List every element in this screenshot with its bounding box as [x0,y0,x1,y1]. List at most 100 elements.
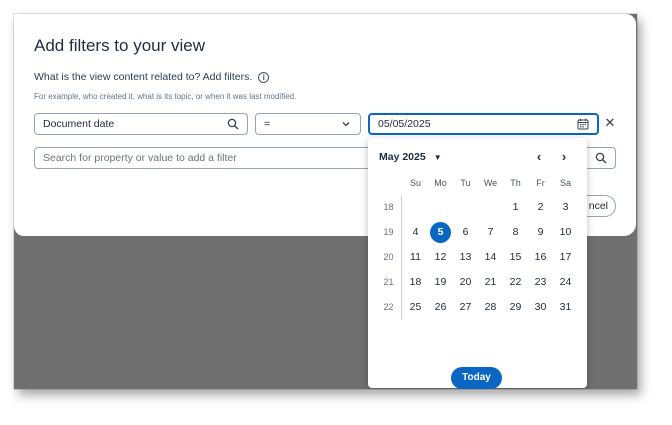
close-icon[interactable]: ✕ [602,115,618,131]
day-cell[interactable]: 12 [428,245,453,270]
caret-down-icon: ▼ [433,152,442,162]
week-number: 21 [383,277,394,287]
dialog-title: Add filters to your view [34,36,206,55]
day-cell[interactable]: 9 [528,220,553,245]
day-number: 11 [410,251,421,263]
day-number: 1 [512,201,519,213]
day-number: 17 [559,251,572,263]
day-cell[interactable]: 16 [528,245,553,270]
day-number: 20 [459,276,472,288]
month-selector[interactable]: May 2025 ▼ [379,151,442,163]
day-cell[interactable]: 25 [403,295,428,320]
day-number: 22 [509,276,522,288]
empty-day-cell [403,195,428,220]
day-number: 29 [509,301,522,313]
day-number: 15 [509,251,522,263]
day-number: 9 [537,226,544,238]
weekday-label: Mo [434,178,447,188]
next-month-button[interactable]: › [557,149,571,164]
month-label: May 2025 [379,151,426,163]
day-number: 4 [412,226,419,238]
weekday-label: We [483,178,498,188]
date-input[interactable]: 05/05/2025 [368,113,599,135]
day-cell[interactable]: 4 [403,220,428,245]
day-cell[interactable]: 17 [553,245,578,270]
week-number: 18 [383,202,394,212]
dialog-question-text: What is the view content related to? Add… [34,71,253,83]
day-cell[interactable]: 27 [453,295,478,320]
day-cell[interactable]: 20 [453,270,478,295]
operator-value: = [264,118,271,130]
day-cell[interactable]: 8 [503,220,528,245]
day-cell[interactable]: 23 [528,270,553,295]
day-number: 26 [434,301,447,313]
weekday-label: Th [510,178,521,188]
dialog-question: What is the view content related to? Add… [34,71,270,83]
day-cell[interactable]: 24 [553,270,578,295]
day-cell[interactable]: 22 [503,270,528,295]
day-cell[interactable]: 14 [478,245,503,270]
day-cell[interactable]: 6 [453,220,478,245]
weekday-label: Fr [536,178,545,188]
day-cell[interactable]: 18 [403,270,428,295]
search-icon[interactable] [595,152,607,164]
day-cell[interactable]: 5 [428,220,453,245]
day-cell[interactable]: 2 [528,195,553,220]
day-cell[interactable]: 30 [528,295,553,320]
day-number: 27 [459,301,472,313]
screenshot-frame: Add filters to your view What is the vie… [14,14,637,389]
day-number: 24 [559,276,572,288]
day-number: 13 [459,251,472,263]
date-picker-popup: May 2025 ▼ ‹ › Su Mo Tu We Th Fr Sa 18 1… [368,138,587,389]
empty-day-cell [453,195,478,220]
day-cell[interactable]: 11 [403,245,428,270]
day-number: 30 [534,301,547,313]
day-cell[interactable]: 26 [428,295,453,320]
week-number: 19 [383,227,394,237]
day-number: 19 [434,276,447,288]
day-cell[interactable]: 3 [553,195,578,220]
day-number: 6 [462,226,469,238]
day-number: 28 [484,301,497,313]
filter-search-placeholder: Search for property or value to add a fi… [43,152,237,164]
day-number: 2 [537,201,544,213]
weekday-label: Tu [460,178,471,188]
empty-day-cell [428,195,453,220]
week-number-column: 18 19 20 21 22 [376,195,402,320]
day-number: 16 [534,251,547,263]
day-number: 31 [559,301,572,313]
empty-day-cell [478,195,503,220]
search-icon[interactable] [227,118,239,130]
day-cell[interactable]: 10 [553,220,578,245]
day-number: 10 [559,226,572,238]
day-cell[interactable]: 19 [428,270,453,295]
day-number: 3 [562,201,569,213]
weekday-label: Su [409,178,421,188]
day-number: 14 [484,251,497,263]
day-number: 18 [409,276,422,288]
day-cell[interactable]: 13 [453,245,478,270]
day-cell[interactable]: 7 [478,220,503,245]
chevron-down-icon [340,118,352,130]
day-cell[interactable]: 21 [478,270,503,295]
property-field[interactable]: Document date [34,113,248,135]
day-number: 12 [434,251,447,263]
day-number: 5 [437,226,444,238]
property-value: Document date [43,118,115,130]
prev-month-button[interactable]: ‹ [532,149,546,164]
day-cell[interactable]: 29 [503,295,528,320]
weekday-header: Su Mo Tu We Th Fr Sa [403,178,578,188]
day-cell[interactable]: 1 [503,195,528,220]
calendar-icon[interactable] [577,118,589,130]
today-button[interactable]: Today [451,367,502,389]
dialog-hint: For example, who created it, what is its… [34,92,297,101]
day-cell[interactable]: 15 [503,245,528,270]
day-number: 25 [409,301,422,313]
day-cell[interactable]: 31 [553,295,578,320]
operator-select[interactable]: = [255,113,361,135]
day-number: 7 [487,226,494,238]
day-cell[interactable]: 28 [478,295,503,320]
date-value: 05/05/2025 [378,118,431,130]
info-icon[interactable]: i [258,71,270,83]
week-number: 20 [383,252,394,262]
